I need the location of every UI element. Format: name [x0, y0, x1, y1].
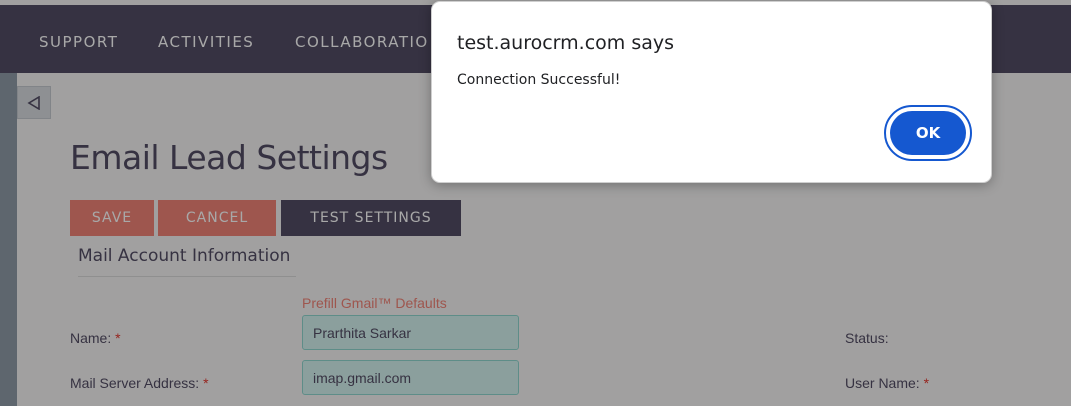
dialog-title: test.aurocrm.com says [457, 32, 675, 54]
alert-dialog: test.aurocrm.com says Connection Success… [431, 1, 992, 183]
ok-button[interactable]: OK [890, 111, 966, 155]
dialog-message: Connection Successful! [457, 72, 621, 88]
ok-button-focus-ring: OK [884, 105, 972, 161]
